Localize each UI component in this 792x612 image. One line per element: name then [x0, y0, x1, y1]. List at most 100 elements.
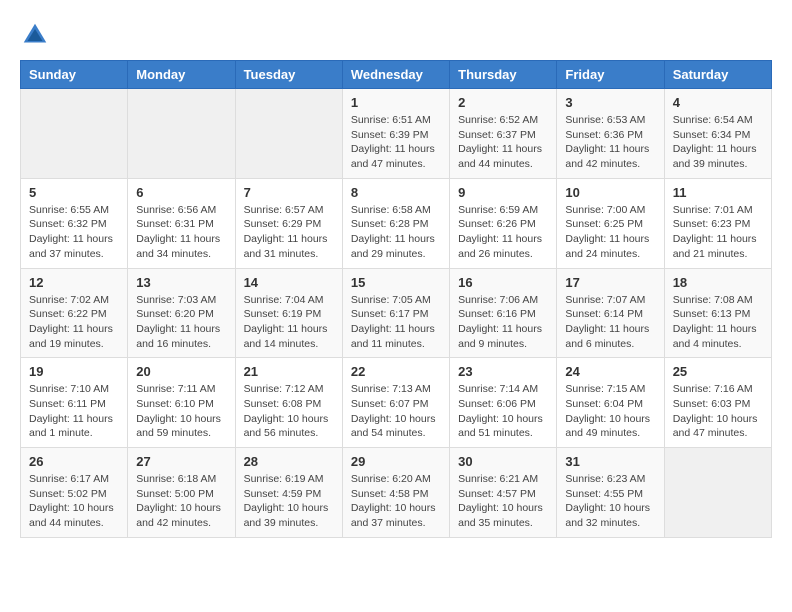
day-info: Sunrise: 6:57 AM Sunset: 6:29 PM Dayligh… [244, 203, 334, 262]
day-number: 24 [565, 364, 655, 379]
calendar-cell: 11Sunrise: 7:01 AM Sunset: 6:23 PM Dayli… [664, 178, 771, 268]
calendar-cell: 24Sunrise: 7:15 AM Sunset: 6:04 PM Dayli… [557, 358, 664, 448]
calendar-cell: 3Sunrise: 6:53 AM Sunset: 6:36 PM Daylig… [557, 89, 664, 179]
calendar-table: SundayMondayTuesdayWednesdayThursdayFrid… [20, 60, 772, 538]
day-number: 13 [136, 275, 226, 290]
day-info: Sunrise: 7:14 AM Sunset: 6:06 PM Dayligh… [458, 382, 548, 441]
day-number: 6 [136, 185, 226, 200]
calendar-cell: 29 Sunrise: 6:20 AM Sunset: 4:58 PM Dayli… [342, 448, 449, 538]
day-number: 27 [136, 454, 226, 469]
day-number: 20 [136, 364, 226, 379]
header-day-monday: Monday [128, 61, 235, 89]
calendar-cell: 2 Sunrise: 6:52 AM Sunset: 6:37 PM Daylig… [450, 89, 557, 179]
logo [20, 20, 56, 50]
day-number: 15 [351, 275, 441, 290]
calendar-cell: 6 Sunrise: 6:56 AM Sunset: 6:31 PM Daylig… [128, 178, 235, 268]
day-info: Sunrise: 7:12 AM Sunset: 6:08 PM Dayligh… [244, 382, 334, 441]
day-info: Sunrise: 7:07 AM Sunset: 6:14 PM Dayligh… [565, 293, 655, 352]
calendar-cell: 7 Sunrise: 6:57 AM Sunset: 6:29 PM Daylig… [235, 178, 342, 268]
header-day-thursday: Thursday [450, 61, 557, 89]
day-info: Sunrise: 7:16 AM Sunset: 6:03 PM Dayligh… [673, 382, 763, 441]
day-info: Sunrise: 6:53 AM Sunset: 6:36 PM Dayligh… [565, 113, 655, 172]
day-info: Sunrise: 7:11 AM Sunset: 6:10 PM Dayligh… [136, 382, 226, 441]
calendar-cell: 21 Sunrise: 7:12 AM Sunset: 6:08 PM Dayli… [235, 358, 342, 448]
day-number: 5 [29, 185, 119, 200]
calendar-cell: 10 Sunrise: 7:00 AM Sunset: 6:25 PM Dayli… [557, 178, 664, 268]
week-row-1: 1 Sunrise: 6:51 AM Sunset: 6:39 PM Daylig… [21, 89, 772, 179]
day-info: Sunrise: 7:03 AM Sunset: 6:20 PM Dayligh… [136, 293, 226, 352]
day-info: Sunrise: 6:56 AM Sunset: 6:31 PM Dayligh… [136, 203, 226, 262]
day-info: Sunrise: 7:00 AM Sunset: 6:25 PM Dayligh… [565, 203, 655, 262]
day-number: 17 [565, 275, 655, 290]
calendar-cell: 18 Sunrise: 7:08 AM Sunset: 6:13 PM Dayli… [664, 268, 771, 358]
day-number: 19 [29, 364, 119, 379]
calendar-cell: 25 Sunrise: 7:16 AM Sunset: 6:03 PM Dayli… [664, 358, 771, 448]
day-info: Sunrise: 6:58 AM Sunset: 6:28 PM Dayligh… [351, 203, 441, 262]
day-number: 8 [351, 185, 441, 200]
day-number: 25 [673, 364, 763, 379]
day-info: Sunrise: 6:54 AM Sunset: 6:34 PM Dayligh… [673, 113, 763, 172]
header-day-tuesday: Tuesday [235, 61, 342, 89]
day-number: 4 [673, 95, 763, 110]
day-number: 12 [29, 275, 119, 290]
day-number: 28 [244, 454, 334, 469]
day-number: 21 [244, 364, 334, 379]
calendar-header: SundayMondayTuesdayWednesdayThursdayFrid… [21, 61, 772, 89]
calendar-cell: 5 Sunrise: 6:55 AM Sunset: 6:32 PM Daylig… [21, 178, 128, 268]
header-day-wednesday: Wednesday [342, 61, 449, 89]
calendar-cell: 27 Sunrise: 6:18 AM Sunset: 5:00 PM Dayli… [128, 448, 235, 538]
day-info: Sunrise: 7:10 AM Sunset: 6:11 PM Dayligh… [29, 382, 119, 441]
logo-icon [20, 20, 50, 50]
calendar-body: 1 Sunrise: 6:51 AM Sunset: 6:39 PM Daylig… [21, 89, 772, 538]
calendar-cell: 4 Sunrise: 6:54 AM Sunset: 6:34 PM Daylig… [664, 89, 771, 179]
day-info: Sunrise: 6:18 AM Sunset: 5:00 PM Dayligh… [136, 472, 226, 531]
day-info: Sunrise: 7:08 AM Sunset: 6:13 PM Dayligh… [673, 293, 763, 352]
day-number: 30 [458, 454, 548, 469]
calendar-cell: 26Sunrise: 6:17 AM Sunset: 5:02 PM Dayli… [21, 448, 128, 538]
calendar-cell [21, 89, 128, 179]
day-number: 7 [244, 185, 334, 200]
calendar-cell: 15 Sunrise: 7:05 AM Sunset: 6:17 PM Dayli… [342, 268, 449, 358]
header-day-saturday: Saturday [664, 61, 771, 89]
day-info: Sunrise: 6:23 AM Sunset: 4:55 PM Dayligh… [565, 472, 655, 531]
calendar-cell: 14Sunrise: 7:04 AM Sunset: 6:19 PM Dayli… [235, 268, 342, 358]
day-info: Sunrise: 6:51 AM Sunset: 6:39 PM Dayligh… [351, 113, 441, 172]
calendar-cell: 28Sunrise: 6:19 AM Sunset: 4:59 PM Dayli… [235, 448, 342, 538]
calendar-cell: 19 Sunrise: 7:10 AM Sunset: 6:11 PM Dayli… [21, 358, 128, 448]
calendar-cell: 13 Sunrise: 7:03 AM Sunset: 6:20 PM Dayli… [128, 268, 235, 358]
day-number: 11 [673, 185, 763, 200]
calendar-cell: 12 Sunrise: 7:02 AM Sunset: 6:22 PM Dayli… [21, 268, 128, 358]
calendar-cell: 9Sunrise: 6:59 AM Sunset: 6:26 PM Daylig… [450, 178, 557, 268]
day-number: 22 [351, 364, 441, 379]
day-number: 18 [673, 275, 763, 290]
header-day-sunday: Sunday [21, 61, 128, 89]
week-row-5: 26Sunrise: 6:17 AM Sunset: 5:02 PM Dayli… [21, 448, 772, 538]
page-header [20, 20, 772, 50]
week-row-3: 12 Sunrise: 7:02 AM Sunset: 6:22 PM Dayli… [21, 268, 772, 358]
day-number: 10 [565, 185, 655, 200]
week-row-4: 19 Sunrise: 7:10 AM Sunset: 6:11 PM Dayli… [21, 358, 772, 448]
day-info: Sunrise: 6:20 AM Sunset: 4:58 PM Dayligh… [351, 472, 441, 531]
calendar-cell [128, 89, 235, 179]
day-info: Sunrise: 6:17 AM Sunset: 5:02 PM Dayligh… [29, 472, 119, 531]
day-number: 29 [351, 454, 441, 469]
day-info: Sunrise: 7:06 AM Sunset: 6:16 PM Dayligh… [458, 293, 548, 352]
calendar-cell: 8 Sunrise: 6:58 AM Sunset: 6:28 PM Daylig… [342, 178, 449, 268]
day-number: 2 [458, 95, 548, 110]
day-info: Sunrise: 6:52 AM Sunset: 6:37 PM Dayligh… [458, 113, 548, 172]
day-info: Sunrise: 7:05 AM Sunset: 6:17 PM Dayligh… [351, 293, 441, 352]
day-info: Sunrise: 6:55 AM Sunset: 6:32 PM Dayligh… [29, 203, 119, 262]
calendar-cell: 1 Sunrise: 6:51 AM Sunset: 6:39 PM Daylig… [342, 89, 449, 179]
calendar-cell [235, 89, 342, 179]
calendar-cell: 31Sunrise: 6:23 AM Sunset: 4:55 PM Dayli… [557, 448, 664, 538]
day-info: Sunrise: 7:04 AM Sunset: 6:19 PM Dayligh… [244, 293, 334, 352]
header-day-friday: Friday [557, 61, 664, 89]
calendar-cell: 22Sunrise: 7:13 AM Sunset: 6:07 PM Dayli… [342, 358, 449, 448]
day-info: Sunrise: 7:02 AM Sunset: 6:22 PM Dayligh… [29, 293, 119, 352]
week-row-2: 5 Sunrise: 6:55 AM Sunset: 6:32 PM Daylig… [21, 178, 772, 268]
calendar-cell: 16 Sunrise: 7:06 AM Sunset: 6:16 PM Dayli… [450, 268, 557, 358]
calendar-cell: 23Sunrise: 7:14 AM Sunset: 6:06 PM Dayli… [450, 358, 557, 448]
day-number: 1 [351, 95, 441, 110]
day-number: 16 [458, 275, 548, 290]
calendar-cell [664, 448, 771, 538]
